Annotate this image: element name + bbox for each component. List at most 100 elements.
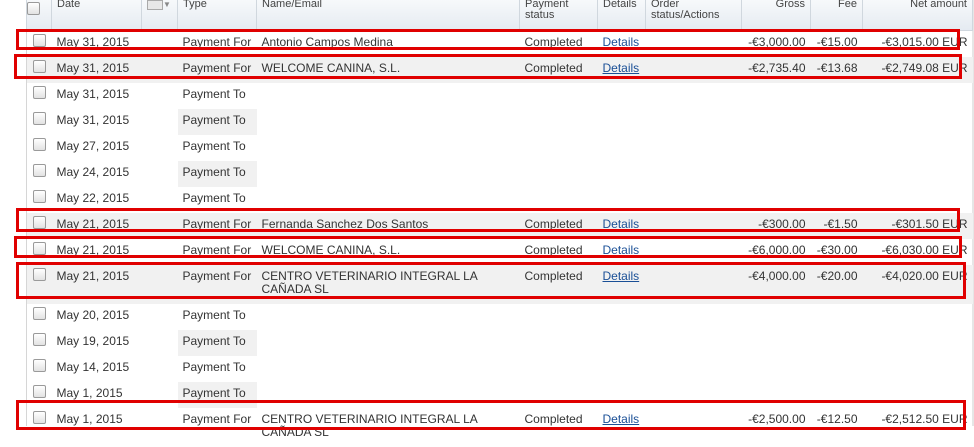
row-checkbox[interactable] xyxy=(32,34,46,47)
row-checkbox[interactable] xyxy=(32,112,46,125)
table-header: Date ▼ Type Name/Email Payment status De… xyxy=(26,0,973,31)
chevron-down-icon: ▼ xyxy=(163,0,171,9)
table-row[interactable]: May 1, 2015 Payment For CENTRO VETERINAR… xyxy=(27,408,973,447)
row-flag-cell xyxy=(142,83,178,109)
row-empty-cell xyxy=(257,187,973,213)
order-status-column-header: Order status/Actions xyxy=(645,0,742,31)
row-empty-cell xyxy=(257,382,973,408)
row-fee: -€12.50 xyxy=(816,412,858,426)
fee-column-header[interactable]: Fee xyxy=(810,0,863,31)
row-date: May 31, 2015 xyxy=(56,113,130,127)
row-checkbox[interactable] xyxy=(32,385,46,398)
row-date: May 1, 2015 xyxy=(56,386,123,400)
row-type: Payment For xyxy=(177,57,257,83)
row-details-cell: Details xyxy=(598,239,646,265)
row-checkbox[interactable] xyxy=(32,60,46,73)
row-type: Payment For xyxy=(182,35,252,49)
row-name: Antonio Campos Medina xyxy=(261,35,393,49)
table-row[interactable]: May 20, 2015 Payment To xyxy=(27,304,973,330)
row-type: Payment To xyxy=(177,161,257,187)
gross-column-header[interactable]: Gross xyxy=(741,0,811,31)
flag-column-header[interactable]: ▼ xyxy=(141,0,178,31)
details-link[interactable]: Details xyxy=(603,243,640,257)
row-name: Fernanda Sanchez Dos Santos xyxy=(256,213,520,239)
row-status: Completed xyxy=(524,412,583,426)
row-empty-cell xyxy=(257,304,973,330)
table-row[interactable]: May 14, 2015 Payment To xyxy=(27,356,973,382)
row-date: May 31, 2015 xyxy=(56,35,130,49)
row-gross: -€300.00 xyxy=(741,213,811,239)
date-column-header[interactable]: Date xyxy=(51,0,142,31)
row-checkbox[interactable] xyxy=(32,164,46,177)
row-fee: -€13.68 xyxy=(810,57,863,83)
row-checkbox[interactable] xyxy=(32,216,46,229)
row-empty-cell xyxy=(257,135,973,161)
table-row[interactable]: May 21, 2015 Payment For WELCOME CANINA,… xyxy=(27,239,973,265)
row-type: Payment To xyxy=(182,308,246,322)
table-row[interactable]: May 19, 2015 Payment To xyxy=(27,330,973,356)
row-order-status xyxy=(646,31,742,58)
row-flag-cell xyxy=(142,382,178,408)
details-link[interactable]: Details xyxy=(603,217,640,231)
row-net: -€3,015.00 EUR xyxy=(881,35,968,49)
row-checkbox[interactable] xyxy=(32,359,46,372)
row-checkbox[interactable] xyxy=(32,86,46,99)
select-all-checkbox[interactable] xyxy=(27,2,40,15)
row-details-cell: Details xyxy=(597,57,646,83)
row-date: May 24, 2015 xyxy=(56,165,130,179)
table-row[interactable]: May 27, 2015 Payment To xyxy=(27,135,973,161)
row-empty-cell xyxy=(257,356,973,382)
row-checkbox-cell xyxy=(26,265,52,304)
row-date: May 14, 2015 xyxy=(56,360,130,374)
table-row[interactable]: May 31, 2015 Payment For WELCOME CANINA,… xyxy=(26,57,973,83)
row-checkbox[interactable] xyxy=(32,307,46,320)
row-type: Payment For xyxy=(177,213,257,239)
row-date: May 31, 2015 xyxy=(51,57,142,83)
table-row[interactable]: May 1, 2015 Payment To xyxy=(27,382,973,408)
row-details-cell: Details xyxy=(598,408,646,447)
details-link[interactable]: Details xyxy=(603,412,640,426)
row-checkbox-cell xyxy=(27,408,52,447)
row-checkbox[interactable] xyxy=(32,138,46,151)
row-checkbox-cell xyxy=(27,31,52,58)
row-flag-cell xyxy=(141,213,178,239)
row-date: May 19, 2015 xyxy=(56,334,130,348)
row-empty-cell xyxy=(257,330,973,356)
payment-status-column-header[interactable]: Payment status xyxy=(519,0,598,31)
type-column-header[interactable]: Type xyxy=(177,0,257,31)
table-row[interactable]: May 31, 2015 Payment For Antonio Campos … xyxy=(27,31,973,58)
row-date: May 21, 2015 xyxy=(51,213,142,239)
details-link[interactable]: Details xyxy=(603,35,640,49)
details-link[interactable]: Details xyxy=(603,269,640,283)
row-type: Payment For xyxy=(182,412,252,426)
row-fee: -€20.00 xyxy=(810,265,863,304)
details-link[interactable]: Details xyxy=(603,61,640,75)
table-row[interactable]: May 21, 2015 Payment For Fernanda Sanche… xyxy=(26,213,973,239)
table-row[interactable]: May 21, 2015 Payment For CENTRO VETERINA… xyxy=(26,265,973,304)
row-date: May 21, 2015 xyxy=(56,243,130,257)
row-empty-cell xyxy=(257,83,973,109)
row-status: Completed xyxy=(519,213,598,239)
row-checkbox[interactable] xyxy=(32,242,46,255)
row-order-status xyxy=(645,57,742,83)
row-status: Completed xyxy=(524,243,583,257)
row-net: -€6,030.00 EUR xyxy=(881,243,968,257)
table-row[interactable]: May 31, 2015 Payment To xyxy=(27,83,973,109)
name-column-header[interactable]: Name/Email xyxy=(256,0,520,31)
row-type: Payment To xyxy=(177,109,257,135)
net-amount-column-header[interactable]: Net amount xyxy=(862,0,973,31)
row-order-status xyxy=(645,213,742,239)
table-row[interactable]: May 22, 2015 Payment To xyxy=(27,187,973,213)
row-name: WELCOME CANINA, S.L. xyxy=(256,57,520,83)
row-checkbox-cell xyxy=(27,304,52,330)
row-flag-cell xyxy=(142,239,178,265)
row-checkbox[interactable] xyxy=(32,190,46,203)
row-gross: -€2,500.00 xyxy=(748,412,806,426)
row-checkbox[interactable] xyxy=(32,333,46,346)
row-date: May 20, 2015 xyxy=(56,308,130,322)
table-row[interactable]: May 31, 2015 Payment To xyxy=(27,109,973,135)
row-checkbox[interactable] xyxy=(32,268,46,281)
table-row[interactable]: May 24, 2015 Payment To xyxy=(27,161,973,187)
row-order-status xyxy=(646,408,742,447)
row-checkbox[interactable] xyxy=(32,411,46,424)
